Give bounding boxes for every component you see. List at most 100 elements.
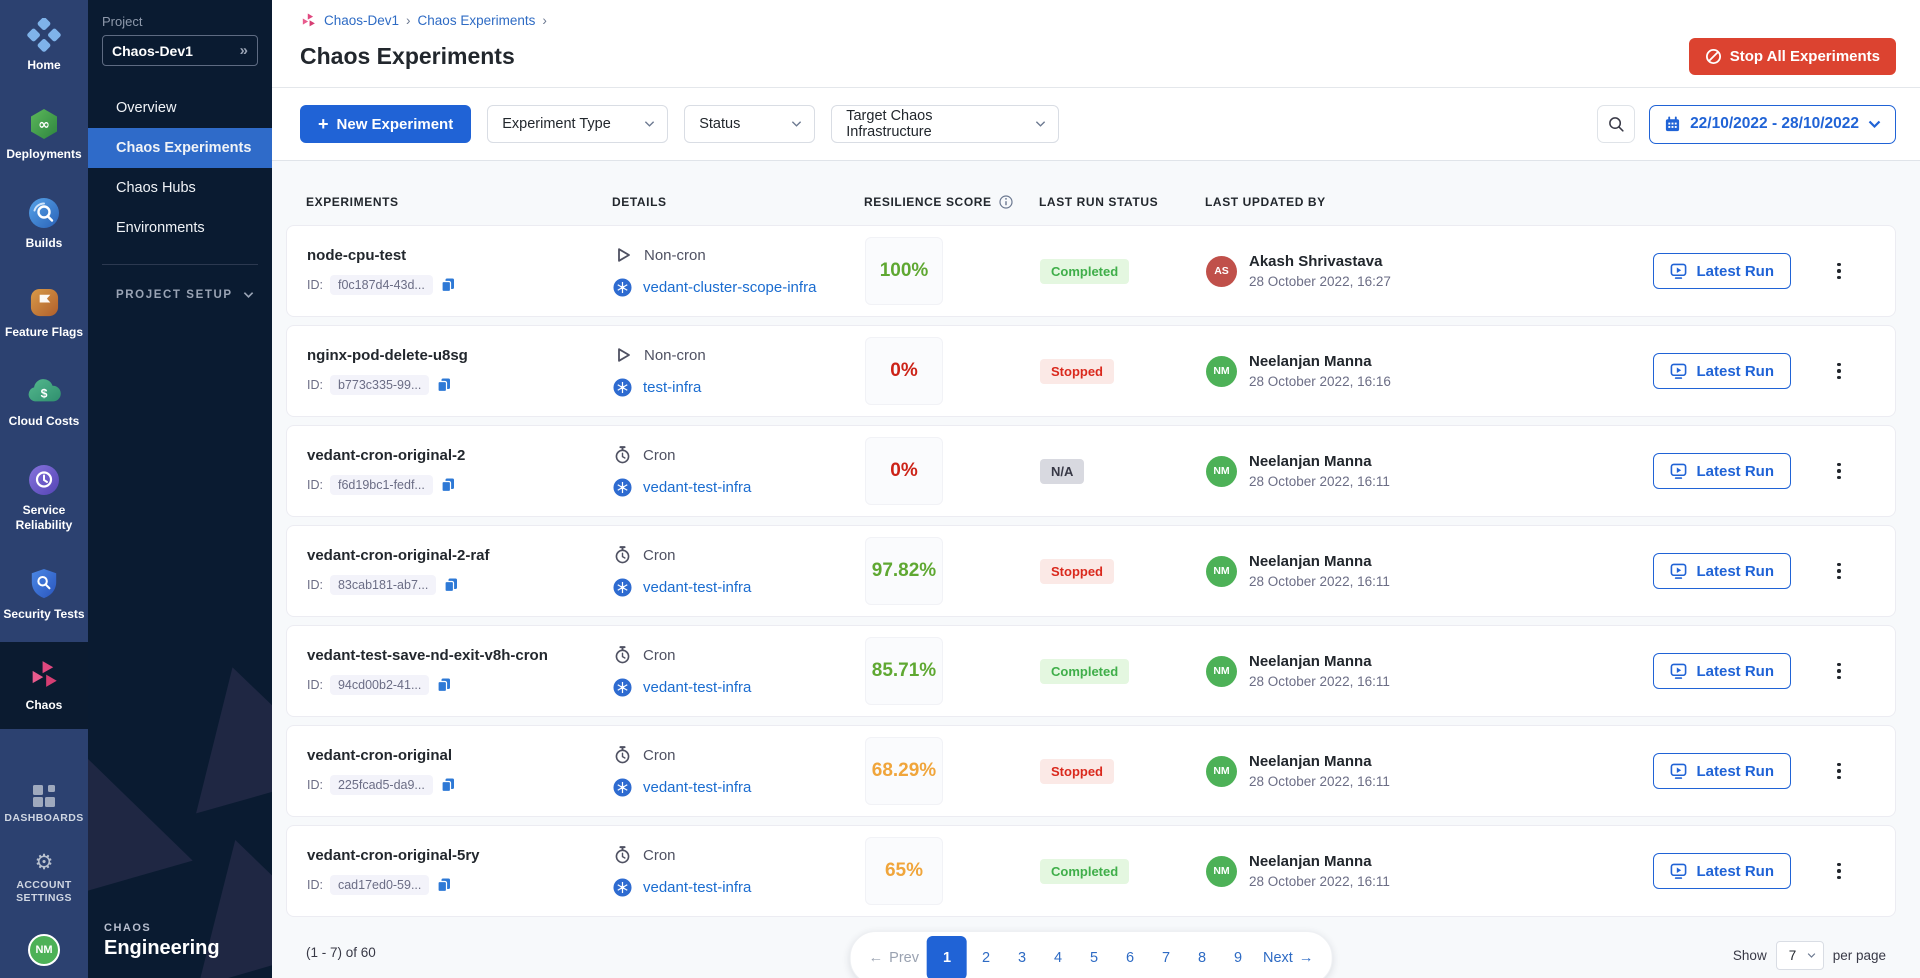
latest-run-button[interactable]: Latest Run	[1653, 653, 1791, 689]
stop-all-experiments-button[interactable]: Stop All Experiments	[1689, 38, 1896, 75]
app-root: Home ∞ Deployments Builds Feature Flags …	[0, 0, 1920, 978]
sidebar-item-chaos[interactable]: Chaos	[0, 642, 88, 729]
experiment-name[interactable]: vedant-cron-original-2	[307, 447, 613, 464]
avatar[interactable]: NM	[1206, 856, 1237, 887]
kebab-menu[interactable]	[1831, 757, 1847, 786]
table-row: vedant-cron-original ID: 225fcad5-da9...…	[286, 725, 1896, 817]
copy-icon[interactable]	[443, 577, 459, 593]
sidebar-item-feature-flags[interactable]: Feature Flags	[0, 275, 88, 350]
page-button-9[interactable]: 9	[1221, 936, 1255, 978]
kebab-menu[interactable]	[1831, 657, 1847, 686]
experiment-name[interactable]: node-cpu-test	[307, 247, 613, 264]
infra-link[interactable]: vedant-test-infra	[643, 479, 751, 496]
infra-link[interactable]: vedant-cluster-scope-infra	[643, 279, 816, 296]
user-avatar[interactable]: NM	[28, 934, 60, 966]
page-button-4[interactable]: 4	[1041, 936, 1075, 978]
infra-link[interactable]: vedant-test-infra	[643, 779, 751, 796]
details-cell: Cron vedant-test-infra	[613, 645, 865, 697]
avatar[interactable]: NM	[1206, 556, 1237, 587]
filter-label: Experiment Type	[502, 116, 611, 132]
sidebar-item-dashboards[interactable]: DASHBOARDS	[0, 785, 88, 826]
sidebar-item-cloud-costs[interactable]: $ Cloud Costs	[0, 364, 88, 439]
page-button-7[interactable]: 7	[1149, 936, 1183, 978]
experiment-name[interactable]: vedant-cron-original-5ry	[307, 847, 613, 864]
copy-icon[interactable]	[436, 877, 452, 893]
main-content: Chaos-Dev1 › Chaos Experiments › Chaos E…	[272, 0, 1920, 978]
feature-flags-icon	[29, 285, 60, 319]
experiment-name[interactable]: vedant-cron-original-2-raf	[307, 547, 613, 564]
latest-run-button[interactable]: Latest Run	[1653, 453, 1791, 489]
infra-link[interactable]: test-infra	[643, 379, 701, 396]
latest-run-label: Latest Run	[1696, 363, 1774, 380]
avatar[interactable]: NM	[1206, 656, 1237, 687]
updated-by-name: Neelanjan Manna	[1249, 653, 1390, 670]
target-infrastructure-filter[interactable]: Target Chaos Infrastructure	[831, 105, 1059, 143]
breadcrumb-project-link[interactable]: Chaos-Dev1	[324, 13, 399, 28]
page-button-1[interactable]: 1	[927, 936, 967, 978]
latest-run-button[interactable]: Latest Run	[1653, 753, 1791, 789]
avatar[interactable]: NM	[1206, 756, 1237, 787]
project-selector[interactable]: Chaos-Dev1 »	[102, 35, 258, 66]
next-page-button[interactable]: Next →	[1257, 936, 1319, 978]
copy-icon[interactable]	[440, 777, 456, 793]
nav-item-chaos-hubs[interactable]: Chaos Hubs	[88, 168, 272, 208]
experiment-type-filter[interactable]: Experiment Type	[487, 105, 668, 143]
experiment-name[interactable]: nginx-pod-delete-u8sg	[307, 347, 613, 364]
chaos-breadcrumb-icon	[300, 12, 317, 29]
updated-at: 28 October 2022, 16:11	[1249, 574, 1390, 589]
latest-run-button[interactable]: Latest Run	[1653, 853, 1791, 889]
expand-project-icon[interactable]: »	[240, 42, 248, 59]
avatar[interactable]: NM	[1206, 456, 1237, 487]
project-setup-toggle[interactable]: PROJECT SETUP	[116, 289, 272, 301]
kebab-menu[interactable]	[1831, 457, 1847, 486]
page-button-6[interactable]: 6	[1113, 936, 1147, 978]
experiment-name[interactable]: vedant-test-save-nd-exit-v8h-cron	[307, 647, 613, 664]
infra-link[interactable]: vedant-test-infra	[643, 679, 751, 696]
per-page-select[interactable]: 7	[1776, 941, 1824, 970]
latest-run-label: Latest Run	[1696, 763, 1774, 780]
experiment-id-label: ID:	[307, 878, 323, 892]
kebab-menu[interactable]	[1831, 557, 1847, 586]
copy-icon[interactable]	[440, 277, 456, 293]
updated-by-name: Neelanjan Manna	[1249, 453, 1390, 470]
avatar[interactable]: AS	[1206, 256, 1237, 287]
nav-item-overview[interactable]: Overview	[88, 88, 272, 128]
sidebar-item-service-reliability[interactable]: Service Reliability	[0, 453, 88, 543]
infra-link[interactable]: vedant-test-infra	[643, 879, 751, 896]
latest-run-button[interactable]: Latest Run	[1653, 353, 1791, 389]
details-cell: Cron vedant-test-infra	[613, 745, 865, 797]
copy-icon[interactable]	[436, 677, 452, 693]
page-button-2[interactable]: 2	[969, 936, 1003, 978]
experiment-name[interactable]: vedant-cron-original	[307, 747, 613, 764]
copy-icon[interactable]	[440, 477, 456, 493]
sidebar-item-home[interactable]: Home	[0, 8, 88, 83]
status-filter[interactable]: Status	[684, 105, 815, 143]
date-range-picker[interactable]: 22/10/2022 - 28/10/2022	[1649, 105, 1896, 144]
nav-item-environments[interactable]: Environments	[88, 208, 272, 248]
page-button-3[interactable]: 3	[1005, 936, 1039, 978]
kebab-menu[interactable]	[1831, 257, 1847, 286]
latest-run-button[interactable]: Latest Run	[1653, 553, 1791, 589]
page-button-5[interactable]: 5	[1077, 936, 1111, 978]
copy-icon[interactable]	[436, 377, 452, 393]
experiment-cell: vedant-cron-original-5ry ID: cad17ed0-59…	[307, 847, 613, 895]
search-button[interactable]	[1597, 105, 1635, 143]
avatar[interactable]: NM	[1206, 356, 1237, 387]
breadcrumb-experiments-link[interactable]: Chaos Experiments	[418, 13, 536, 28]
new-experiment-button[interactable]: + New Experiment	[300, 105, 471, 143]
sidebar-item-deployments[interactable]: ∞ Deployments	[0, 97, 88, 172]
latest-run-button[interactable]: Latest Run	[1653, 253, 1791, 289]
status-cell: Completed	[1040, 259, 1206, 284]
info-icon[interactable]	[999, 195, 1013, 209]
kebab-menu[interactable]	[1831, 857, 1847, 886]
sidebar-item-label: Deployments	[6, 147, 81, 162]
kebab-menu[interactable]	[1831, 357, 1847, 386]
breadcrumb-separator: ›	[406, 13, 411, 28]
page-button-8[interactable]: 8	[1185, 936, 1219, 978]
nav-item-chaos-experiments[interactable]: Chaos Experiments	[88, 128, 272, 168]
sidebar-item-builds[interactable]: Builds	[0, 186, 88, 261]
sidebar-item-security-tests[interactable]: Security Tests	[0, 557, 88, 632]
infra-link[interactable]: vedant-test-infra	[643, 579, 751, 596]
prev-page-button[interactable]: ← Prev	[863, 936, 925, 978]
sidebar-item-account-settings[interactable]: ⚙ ACCOUNT SETTINGS	[0, 852, 88, 906]
